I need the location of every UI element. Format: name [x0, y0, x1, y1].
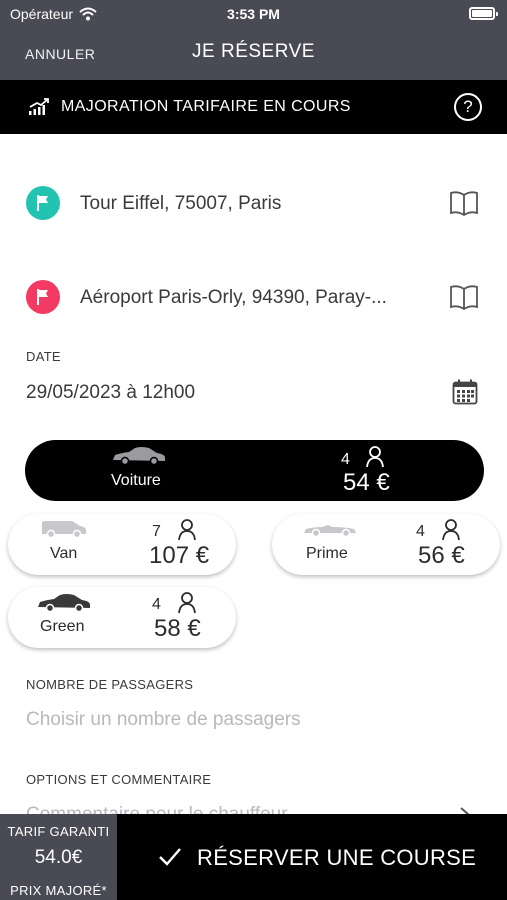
person-icon — [366, 446, 384, 468]
dropoff-flag-icon — [26, 280, 60, 314]
pickup-flag-icon — [26, 186, 60, 220]
page-title: JE RÉSERVE — [192, 41, 315, 62]
options-label: OPTIONS ET COMMENTAIRE — [26, 772, 212, 787]
vehicle-option-van[interactable]: Van 7 107 € — [8, 514, 236, 575]
battery-icon — [469, 7, 498, 20]
passengers-selector[interactable]: Choisir un nombre de passagers — [26, 709, 301, 731]
vehicle-name: Voiture — [111, 472, 161, 489]
status-bar: Opérateur 3:53 PM — [0, 0, 507, 28]
app-header: Opérateur 3:53 PM ANNULER JE RÉSERVE — [0, 0, 507, 80]
pickup-address: Tour Eiffel, 75007, Paris — [80, 193, 282, 214]
car-icon — [38, 594, 90, 613]
vehicle-option-voiture[interactable]: Voiture 4 54 € — [25, 440, 484, 501]
tarif-panel: TARIF GARANTI 54.0€ PRIX MAJORÉ* — [0, 814, 117, 900]
person-icon — [442, 519, 460, 541]
reserve-label: RÉSERVER UNE COURSE — [197, 845, 477, 870]
vehicle-option-prime[interactable]: Prime 4 56 € — [272, 514, 500, 575]
vehicle-name: Green — [40, 618, 85, 635]
surge-banner: MAJORATION TARIFAIRE EN COURS ? — [0, 80, 507, 134]
person-icon — [178, 592, 196, 614]
dropoff-address: Aéroport Paris-Orly, 94390, Paray-... — [80, 287, 387, 308]
vehicle-price: 107 € — [149, 542, 210, 569]
surge-chart-icon — [29, 98, 49, 115]
vehicle-option-green[interactable]: Green 4 58 € — [8, 587, 236, 648]
car-icon — [113, 447, 165, 466]
calendar-icon[interactable] — [452, 379, 478, 405]
van-icon — [42, 521, 86, 539]
status-time: 3:53 PM — [227, 6, 280, 22]
pickup-row[interactable]: Tour Eiffel, 75007, Paris — [0, 174, 507, 234]
vehicle-seats: 4 — [341, 451, 350, 468]
convertible-icon — [304, 525, 356, 538]
vehicle-seats: 4 — [152, 596, 161, 613]
reserve-button[interactable]: RÉSERVER UNE COURSE — [118, 814, 507, 900]
date-value[interactable]: 29/05/2023 à 12h00 — [26, 382, 195, 404]
vehicle-price: 56 € — [418, 542, 465, 569]
vehicle-seats: 7 — [152, 523, 161, 540]
surge-text: MAJORATION TARIFAIRE EN COURS — [61, 98, 351, 115]
passengers-label: NOMBRE DE PASSAGERS — [26, 677, 194, 692]
date-label: DATE — [26, 349, 61, 364]
vehicle-price: 58 € — [154, 615, 201, 642]
bottom-bar: TARIF GARANTI 54.0€ PRIX MAJORÉ* RÉSERVE… — [0, 814, 507, 900]
pickup-book-icon[interactable] — [449, 190, 479, 216]
vehicle-seats: 4 — [416, 523, 425, 540]
tarif-sub: PRIX MAJORÉ* — [10, 883, 107, 898]
vehicle-price: 54 € — [343, 469, 390, 496]
vehicle-name: Van — [50, 545, 78, 562]
dropoff-book-icon[interactable] — [449, 284, 479, 310]
vehicle-name: Prime — [306, 545, 348, 562]
help-icon[interactable]: ? — [454, 93, 482, 121]
checkmark-icon — [159, 848, 181, 866]
person-icon — [178, 519, 196, 541]
dropoff-row[interactable]: Aéroport Paris-Orly, 94390, Paray-... — [0, 268, 507, 328]
tarif-value: 54.0€ — [34, 847, 83, 868]
navigation-bar: ANNULER JE RÉSERVE — [0, 28, 507, 80]
tarif-label: TARIF GARANTI — [7, 824, 110, 839]
